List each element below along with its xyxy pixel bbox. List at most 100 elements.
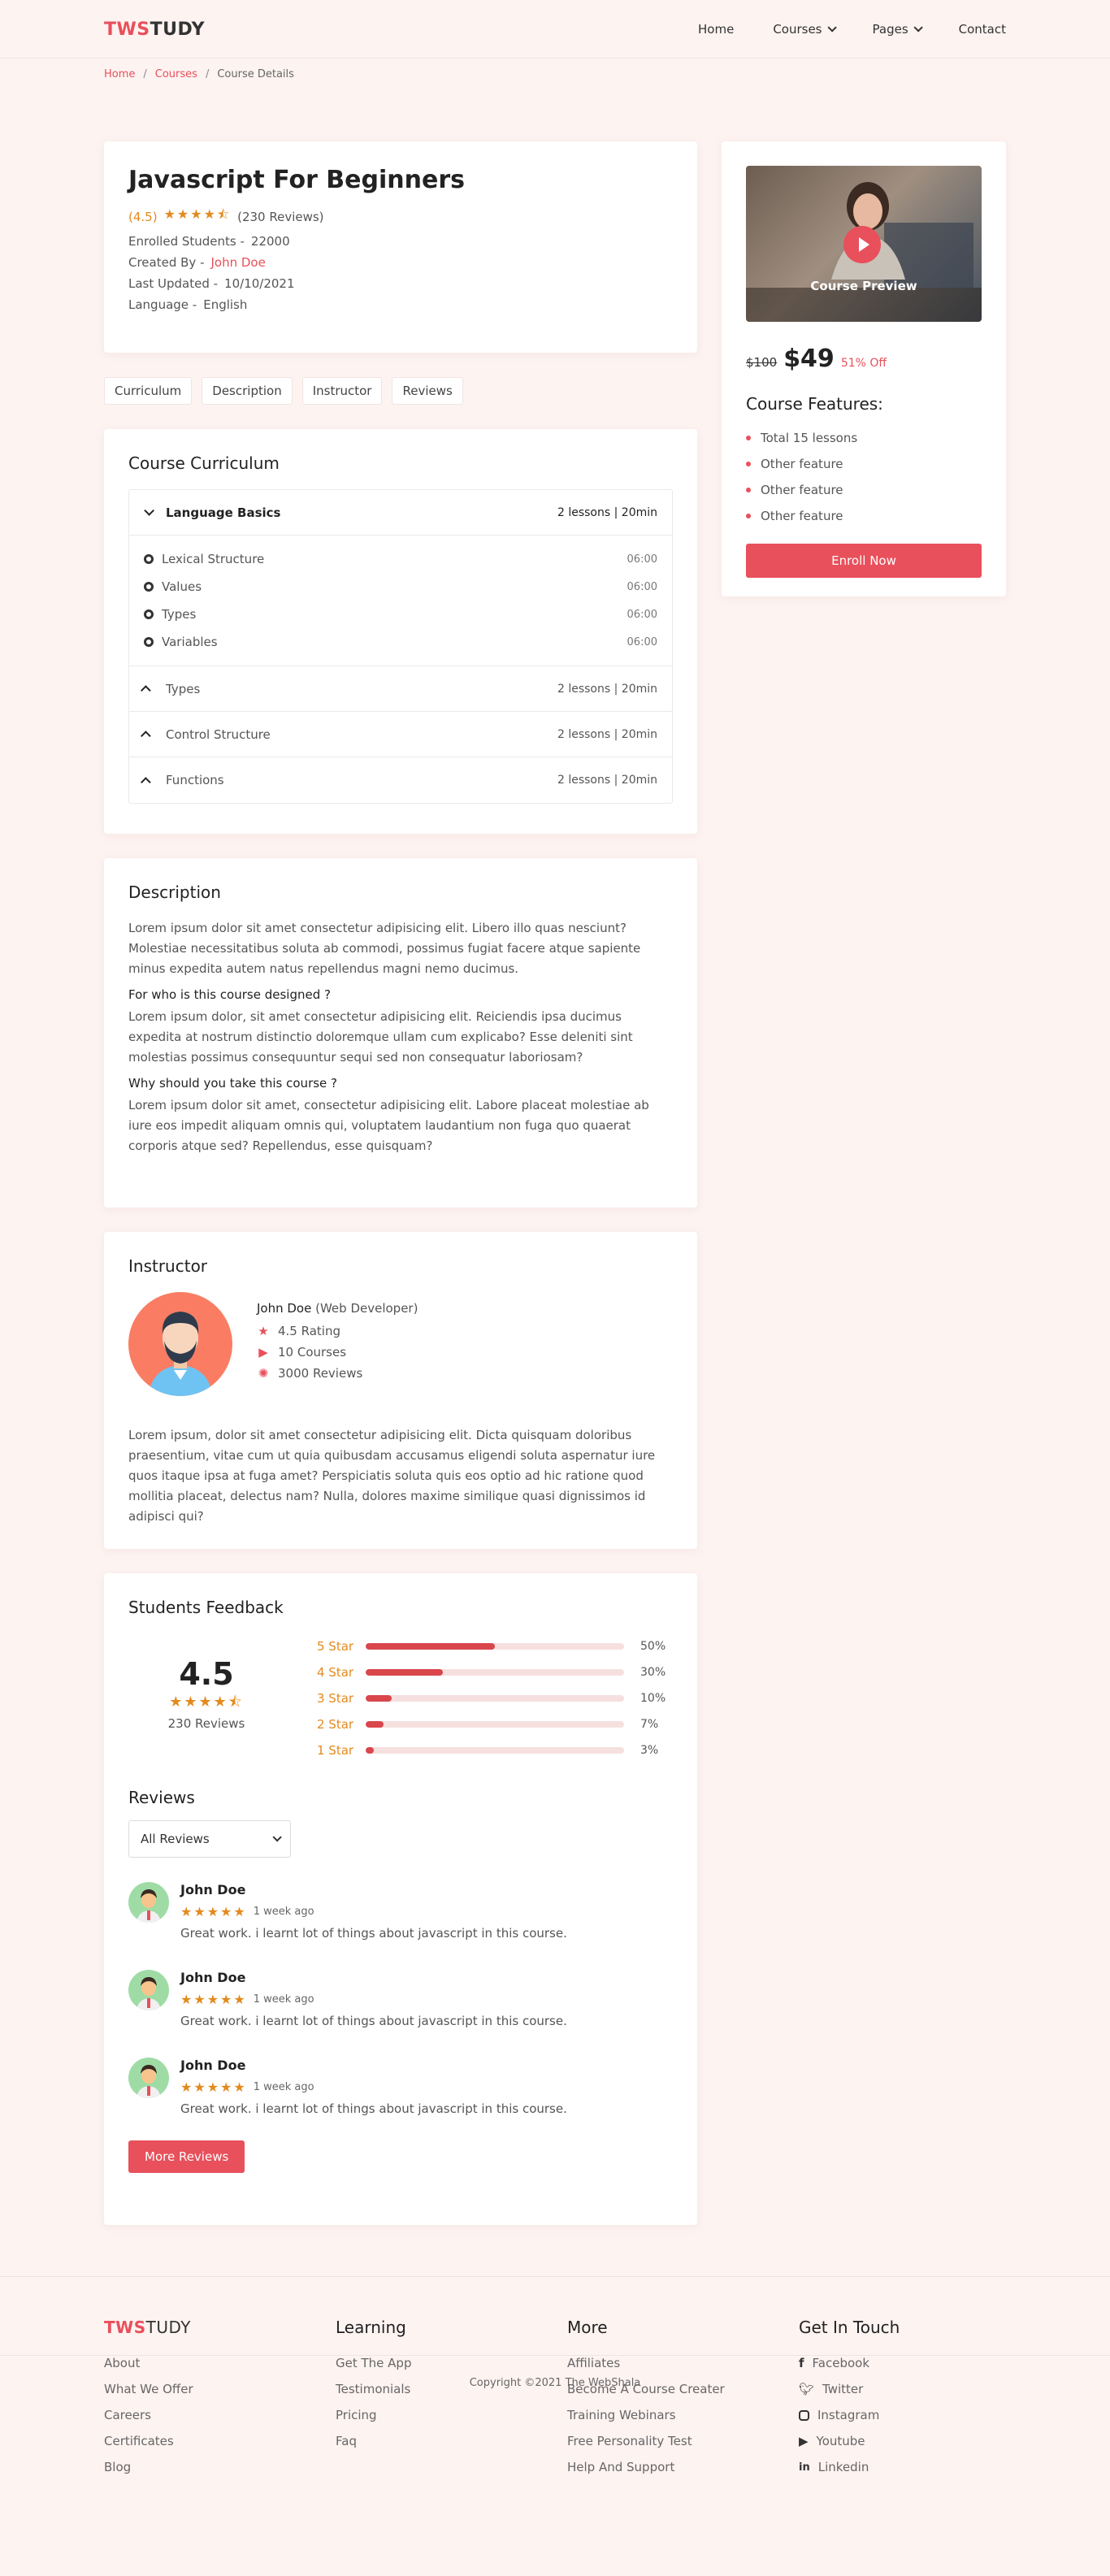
footer-heading: Learning bbox=[336, 2318, 406, 2337]
nav-home[interactable]: Home bbox=[698, 22, 734, 37]
reviewer-avatar bbox=[128, 1882, 169, 1923]
accordion-section-open[interactable]: Language Basics 2 lessons | 20min bbox=[129, 490, 672, 536]
footer-link[interactable]: Help And Support bbox=[567, 2454, 799, 2480]
play-button-icon[interactable] bbox=[843, 226, 881, 263]
tab-reviews[interactable]: Reviews bbox=[392, 377, 463, 405]
lesson-name: Lexical Structure bbox=[162, 552, 265, 566]
breadcrumb-courses[interactable]: Courses bbox=[155, 68, 197, 104]
tab-instructor[interactable]: Instructor bbox=[301, 377, 383, 405]
instructor-name-row: John Doe (Web Developer) bbox=[257, 1301, 418, 1316]
language-value: English bbox=[203, 297, 248, 312]
more-reviews-button[interactable]: More Reviews bbox=[128, 2140, 245, 2173]
section-name: Control Structure bbox=[166, 726, 271, 742]
updated-label: Last Updated - bbox=[128, 276, 219, 291]
accordion-section[interactable]: Functions 2 lessons | 20min bbox=[129, 757, 672, 803]
course-rating: (4.5) ★★★★⯪ (230 Reviews) bbox=[128, 206, 673, 228]
rating-score: 4.5 bbox=[179, 1656, 234, 1692]
rating-bar-row: 3 Star 10% bbox=[317, 1685, 673, 1711]
creator-link[interactable]: John Doe bbox=[210, 255, 265, 270]
lesson-item[interactable]: Lexical Structure 06:00 bbox=[144, 545, 657, 573]
footer-link[interactable]: Faq bbox=[336, 2428, 567, 2454]
rating-bar-row: 4 Star 30% bbox=[317, 1659, 673, 1685]
chevron-down-icon bbox=[272, 1832, 282, 1842]
feedback-card: Students Feedback 4.5 ★★★★⯪ 230 Reviews … bbox=[104, 1573, 697, 2225]
description-text: Lorem ipsum dolor, sit amet consectetur … bbox=[128, 1009, 633, 1065]
sidebar: Course Preview $100 $49 51% Off Course F… bbox=[722, 141, 1006, 621]
footer-heading: Get In Touch bbox=[799, 2318, 900, 2337]
course-tabs: Curriculum Description Instructor Review… bbox=[104, 377, 697, 405]
footer-logo[interactable]: TWSTUDY bbox=[104, 2318, 336, 2337]
reviews-filter-select[interactable]: All Reviews bbox=[128, 1820, 291, 1858]
instructor-courses: ▶ 10 Courses bbox=[257, 1345, 418, 1360]
footer-link[interactable]: Training Webinars bbox=[567, 2402, 799, 2428]
linkedin-icon: in bbox=[799, 2461, 810, 2474]
instructor-role: (Web Developer) bbox=[315, 1301, 418, 1316]
site-logo[interactable]: TWSTUDY bbox=[104, 20, 205, 40]
review-time: 1 week ago bbox=[253, 1906, 314, 1918]
feature-item: Other feature bbox=[746, 451, 982, 477]
created-label: Created By - bbox=[128, 255, 205, 270]
accordion-section[interactable]: Control Structure 2 lessons | 20min bbox=[129, 712, 672, 757]
instructor-courses-text: 10 Courses bbox=[278, 1345, 347, 1360]
language: Language - English bbox=[128, 297, 673, 312]
rating-bar-track bbox=[366, 1695, 624, 1702]
instructor-name[interactable]: John Doe bbox=[257, 1301, 311, 1316]
review-time: 1 week ago bbox=[253, 1993, 314, 2006]
lesson-time: 06:00 bbox=[627, 580, 657, 593]
tab-description[interactable]: Description bbox=[202, 377, 293, 405]
nav-pages[interactable]: Pages bbox=[873, 22, 923, 37]
description-subheading: Why should you take this course ? bbox=[128, 1076, 338, 1091]
lesson-name: Values bbox=[162, 579, 202, 594]
lesson-item[interactable]: Values 06:00 bbox=[144, 573, 657, 601]
footer-social-instagram[interactable]: Instagram bbox=[799, 2402, 1006, 2428]
footer-link[interactable]: Pricing bbox=[336, 2402, 567, 2428]
nav-contact[interactable]: Contact bbox=[959, 22, 1006, 37]
nav-courses-label: Courses bbox=[773, 22, 822, 37]
accordion-section[interactable]: Types 2 lessons | 20min bbox=[129, 666, 672, 712]
footer-link[interactable]: Blog bbox=[104, 2454, 336, 2480]
tab-curriculum[interactable]: Curriculum bbox=[104, 377, 193, 405]
lesson-item[interactable]: Types 06:00 bbox=[144, 601, 657, 628]
instructor-reviews-text: 3000 Reviews bbox=[278, 1366, 363, 1381]
rating-bar-label: 1 Star bbox=[317, 1743, 354, 1758]
feature-item: Other feature bbox=[746, 477, 982, 503]
lesson-item[interactable]: Variables 06:00 bbox=[144, 628, 657, 656]
footer-link[interactable]: Careers bbox=[104, 2402, 336, 2428]
main-nav: Home Courses Pages Contact bbox=[698, 22, 1006, 37]
star-rating-icon: ★★★★★ bbox=[180, 1992, 247, 2007]
footer-link[interactable]: Free Personality Test bbox=[567, 2428, 799, 2454]
review-item: John Doe ★★★★★ 1 week ago Great work. i lea… bbox=[128, 2058, 673, 2116]
course-preview-video[interactable]: Course Preview bbox=[746, 166, 982, 322]
rating-bar-percent: 10% bbox=[640, 1692, 666, 1705]
curriculum-card: Course Curriculum Language Basics 2 less… bbox=[104, 429, 697, 834]
review-text: Great work. i learnt lot of things about… bbox=[180, 1926, 567, 1941]
review-item: John Doe ★★★★★ 1 week ago Great work. i lea… bbox=[128, 1882, 673, 1941]
footer-link[interactable]: Certificates bbox=[104, 2428, 336, 2454]
rating-bar-label: 2 Star bbox=[317, 1717, 354, 1732]
reviewer-name: John Doe bbox=[180, 1970, 246, 1985]
logo-accent: TWS bbox=[104, 2318, 146, 2337]
reviewer-name: John Doe bbox=[180, 1882, 246, 1897]
copyright: Copyright ©2021 The WebShala bbox=[0, 2355, 1110, 2389]
lesson-circle-icon bbox=[144, 582, 154, 592]
enrolled-label: Enrolled Students - bbox=[128, 234, 245, 249]
nav-contact-label: Contact bbox=[958, 22, 1006, 37]
bullet-icon bbox=[746, 462, 751, 466]
enroll-now-button[interactable]: Enroll Now bbox=[746, 544, 982, 578]
logo-accent: TWS bbox=[104, 19, 150, 40]
breadcrumb-home[interactable]: Home bbox=[104, 68, 135, 104]
discount-badge: 51% Off bbox=[840, 357, 887, 370]
footer-social-linkedin[interactable]: in Linkedin bbox=[799, 2454, 1006, 2480]
review-time: 1 week ago bbox=[253, 2081, 314, 2093]
bullet-icon bbox=[746, 514, 751, 518]
feature-item: Other feature bbox=[746, 503, 982, 529]
nav-courses[interactable]: Courses bbox=[773, 22, 837, 37]
feature-text: Other feature bbox=[761, 509, 843, 523]
footer-social-youtube[interactable]: ▶ Youtube bbox=[799, 2428, 1006, 2454]
youtube-icon: ▶ bbox=[799, 2434, 809, 2448]
logo-text: TUDY bbox=[145, 2318, 191, 2337]
footer-heading: More bbox=[567, 2318, 608, 2337]
section-name: Types bbox=[166, 681, 201, 696]
features-title: Course Features: bbox=[746, 394, 883, 414]
footer-more-column: More Affiliates Become A Course Creater … bbox=[567, 2318, 799, 2480]
